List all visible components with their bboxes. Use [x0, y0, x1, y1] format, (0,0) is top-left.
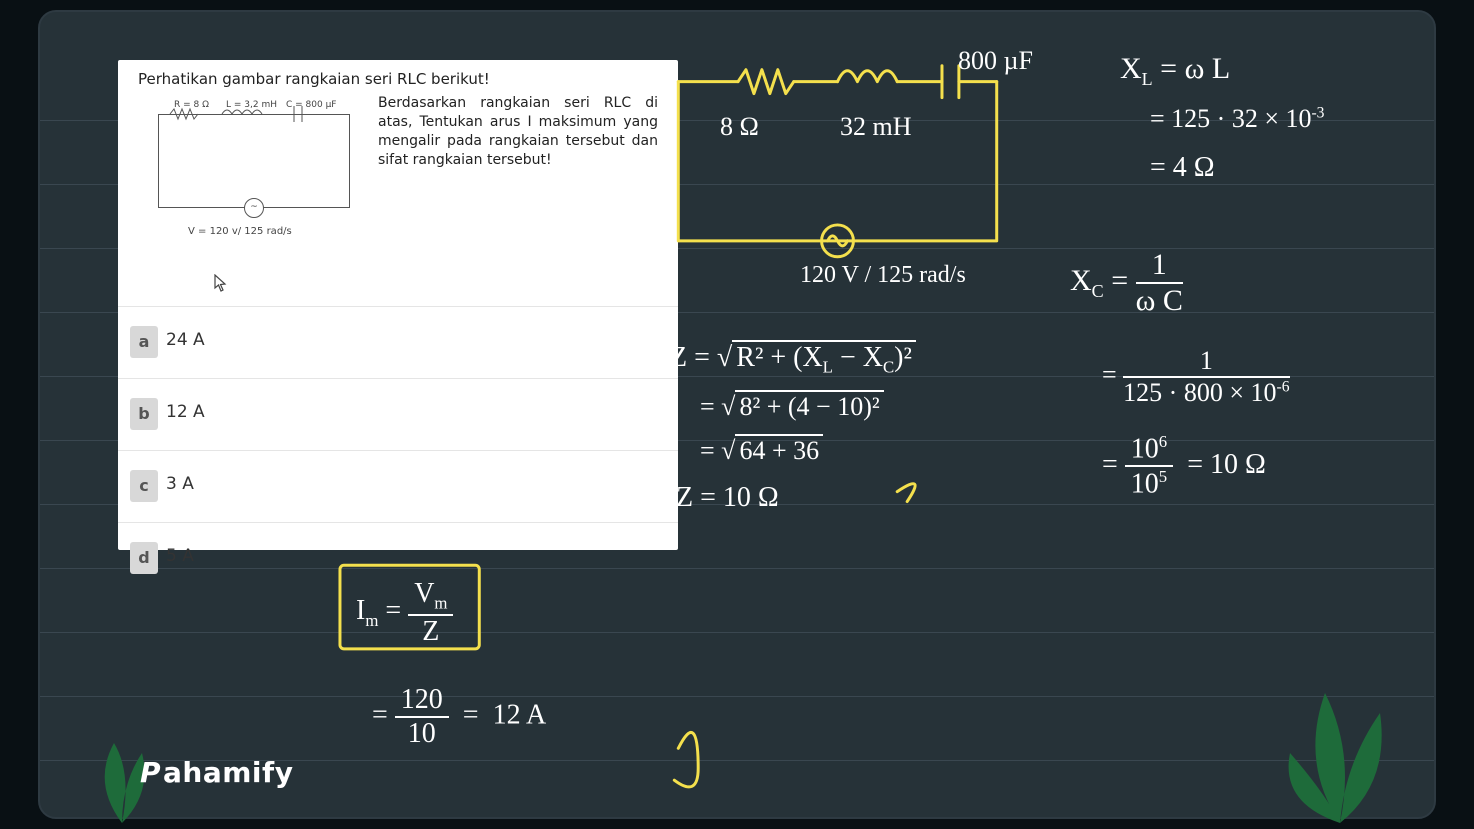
- diagram-source: ~: [244, 198, 264, 218]
- cursor-icon: [214, 274, 228, 292]
- hw-xl-2: = 125 · 32 × 10-3: [1150, 104, 1324, 134]
- hw-z-2: = √8² + (4 − 10)²: [700, 392, 884, 422]
- ruled-line: [40, 632, 1434, 633]
- opt-separator: [118, 378, 678, 379]
- diagram-label-v: V = 120 v/ 125 rad/s: [188, 226, 292, 237]
- option-b[interactable]: b 12 A: [118, 384, 678, 448]
- hw-c-value: 800 µF: [958, 46, 1033, 76]
- whiteboard-frame: Perhatikan gambar rangkaian seri RLC ber…: [38, 10, 1436, 819]
- problem-title: Perhatikan gambar rangkaian seri RLC ber…: [138, 70, 490, 88]
- brand-text: ahamify: [163, 756, 293, 789]
- hw-im-2: = 12010 = 12 A: [372, 684, 546, 750]
- hw-z-3: = √64 + 36: [700, 436, 823, 466]
- option-text: 5 A: [166, 546, 194, 566]
- option-label: c: [130, 470, 158, 502]
- hw-z-1: Z = √R² + (XL − XC)²: [670, 342, 916, 378]
- problem-card: Perhatikan gambar rangkaian seri RLC ber…: [118, 60, 678, 550]
- leaf-decoration-right: [1270, 643, 1410, 823]
- option-label: d: [130, 542, 158, 574]
- hw-xc-1: XC = 1ω C: [1070, 248, 1183, 318]
- brand-logo: Pahamify: [140, 756, 293, 789]
- hw-xc-2: = 1125 · 800 × 10-6: [1102, 346, 1290, 408]
- hw-xl-1: XL = ω L: [1120, 52, 1230, 90]
- option-text: 12 A: [166, 402, 205, 422]
- option-text: 24 A: [166, 330, 205, 350]
- hw-r-value: 8 Ω: [720, 112, 759, 142]
- problem-instruction: Berdasarkan rangkaian seri RLC di atas, …: [378, 94, 658, 170]
- opt-separator: [118, 306, 678, 307]
- hw-v-value: 120 V / 125 rad/s: [800, 262, 966, 289]
- hw-im-1: Im = VmZ: [356, 578, 453, 648]
- option-c[interactable]: c 3 A: [118, 456, 678, 520]
- hw-xc-3: = 106105 = 10 Ω: [1102, 432, 1266, 501]
- option-label: a: [130, 326, 158, 358]
- hw-z-4: Z = 10 Ω: [676, 482, 779, 514]
- hw-xl-3: = 4 Ω: [1150, 152, 1215, 184]
- opt-separator: [118, 522, 678, 523]
- ruled-line: [40, 696, 1434, 697]
- option-text: 3 A: [166, 474, 194, 494]
- app-stage: Perhatikan gambar rangkaian seri RLC ber…: [0, 0, 1474, 829]
- option-a[interactable]: a 24 A: [118, 312, 678, 376]
- problem-circuit-diagram: R = 8 Ω L = 3,2 mH C = 800 μF ~: [148, 94, 358, 214]
- hw-l-value: 32 mH: [840, 112, 912, 142]
- opt-separator: [118, 450, 678, 451]
- option-label: b: [130, 398, 158, 430]
